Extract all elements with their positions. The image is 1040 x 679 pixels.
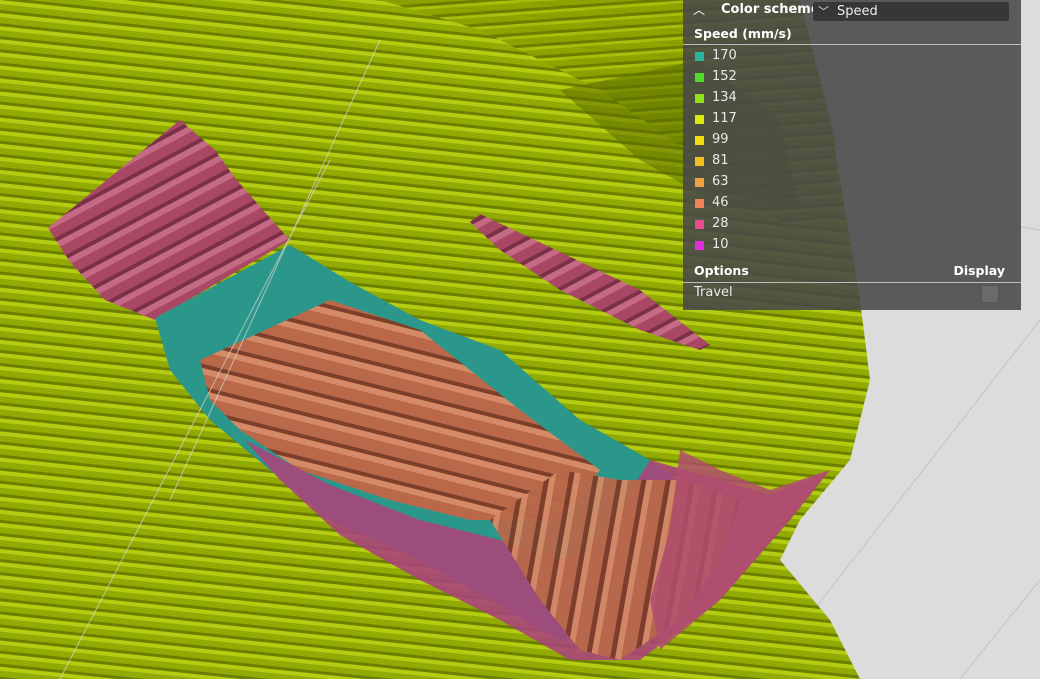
legend-swatch (695, 115, 704, 124)
legend-swatch (695, 220, 704, 229)
legend-swatch (695, 52, 704, 61)
legend-panel: ︿ Color scheme ﹀ Speed Speed (mm/s) 170 1… (683, 0, 1021, 310)
travel-checkbox[interactable] (981, 285, 999, 303)
legend-value: 28 (712, 216, 729, 231)
legend-swatch (695, 94, 704, 103)
legend-value: 10 (712, 237, 729, 252)
legend-value: 134 (712, 90, 737, 105)
legend-value: 117 (712, 111, 737, 126)
legend-swatch (695, 178, 704, 187)
collapse-chevron-icon[interactable]: ︿ (693, 1, 705, 18)
travel-label: Travel (694, 285, 733, 300)
legend-value: 46 (712, 195, 729, 210)
legend-swatch (695, 73, 704, 82)
legend-value: 63 (712, 174, 729, 189)
color-scheme-value: Speed (837, 4, 878, 19)
divider (683, 44, 1021, 45)
color-scheme-select[interactable]: ﹀ Speed (813, 2, 1009, 21)
legend-value: 152 (712, 69, 737, 84)
divider (683, 282, 1021, 283)
legend-value: 99 (712, 132, 729, 147)
legend-value: 170 (712, 48, 737, 63)
legend-value: 81 (712, 153, 729, 168)
legend-header: ︿ Color scheme ﹀ Speed (683, 0, 1021, 23)
display-title: Display (953, 263, 1005, 278)
legend-swatch (695, 157, 704, 166)
legend-swatch (695, 241, 704, 250)
legend-swatch (695, 199, 704, 208)
color-scheme-label: Color scheme (721, 2, 820, 17)
legend-title: Speed (mm/s) (694, 26, 792, 41)
legend-swatch (695, 136, 704, 145)
chevron-down-icon: ﹀ (818, 5, 829, 18)
options-title: Options (694, 263, 749, 278)
